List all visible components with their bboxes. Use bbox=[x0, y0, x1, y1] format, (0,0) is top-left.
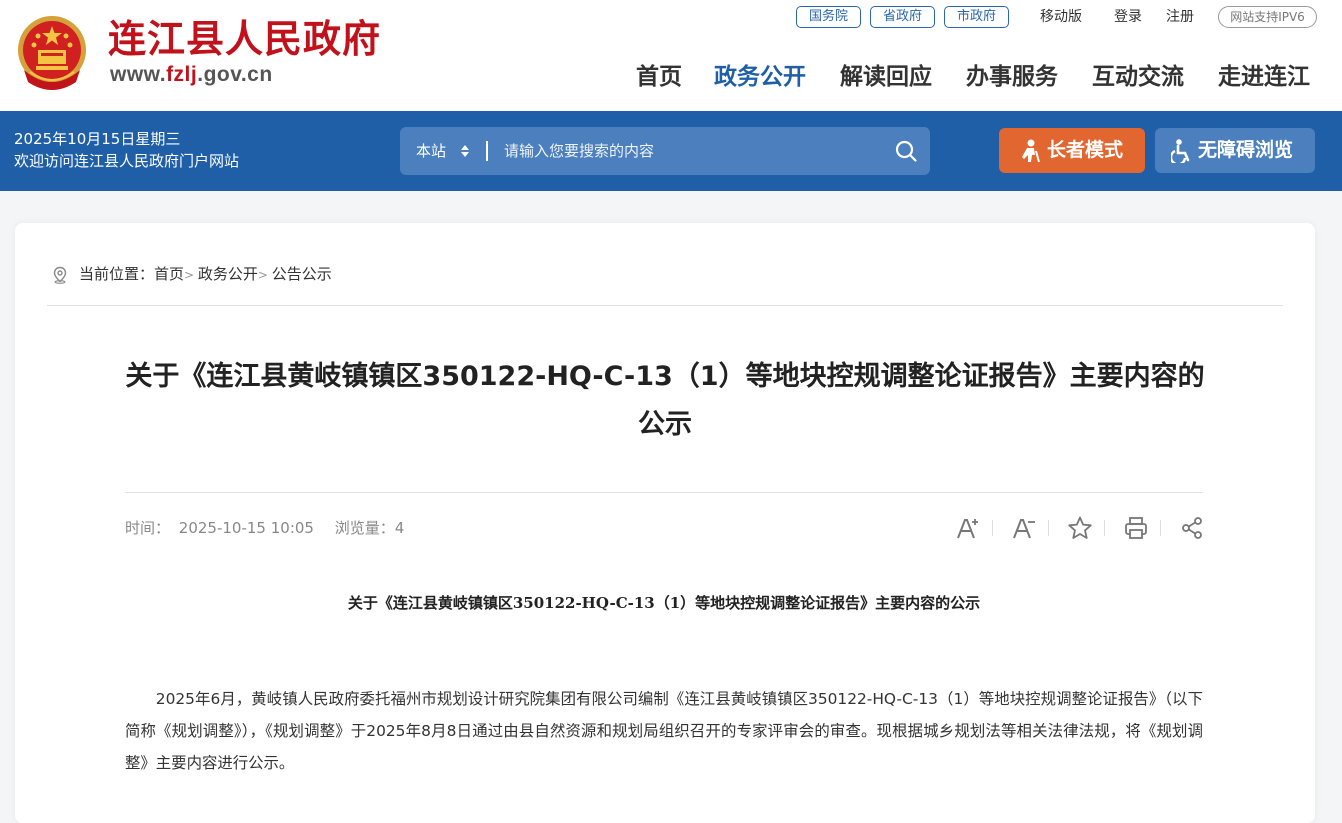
elder-mode-label: 长者模式 bbox=[1047, 139, 1124, 161]
site-name[interactable]: 连江县人民政府 bbox=[108, 16, 381, 62]
breadcrumb-gov-affairs[interactable]: 政务公开 bbox=[198, 265, 258, 283]
breadcrumb-announcements[interactable]: 公告公示 bbox=[272, 265, 332, 283]
ipv6-badge: 网站支持IPV6 bbox=[1218, 6, 1317, 28]
nav-interpretation[interactable]: 解读回应 bbox=[840, 60, 932, 94]
search-icon[interactable] bbox=[894, 139, 918, 163]
tool-separator bbox=[1048, 520, 1049, 536]
share-icon[interactable] bbox=[1179, 515, 1205, 541]
search-input[interactable] bbox=[496, 127, 892, 175]
state-council-link[interactable]: 国务院 bbox=[796, 6, 861, 28]
breadcrumb-label-text: 当前位置： bbox=[79, 265, 155, 283]
breadcrumb-home[interactable]: 首页 bbox=[154, 265, 184, 283]
nav-services[interactable]: 办事服务 bbox=[966, 60, 1058, 94]
date-welcome: 2025年10月15日星期三 欢迎访问连江县人民政府门户网站 bbox=[14, 128, 239, 172]
publish-time-label: 时间： bbox=[125, 519, 171, 537]
view-count: 4 bbox=[394, 519, 405, 537]
site-header: 连江县人民政府 www.fzlj.gov.cn 国务院 省政府 市政府 移动版 … bbox=[0, 0, 1342, 111]
nav-home[interactable]: 首页 bbox=[636, 60, 682, 94]
star-icon[interactable] bbox=[1067, 515, 1093, 541]
breadcrumb-divider bbox=[47, 305, 1283, 306]
breadcrumb-label: 当前位置：首页> 政务公开> 公告公示 bbox=[79, 263, 332, 286]
article-paragraph: 2025年6月，黄岐镇人民政府委托福州市规划设计研究院集团有限公司编制《连江县黄… bbox=[125, 690, 1203, 772]
search-scope-select[interactable]: 本站 bbox=[416, 127, 446, 175]
article-meta: 时间： 2025-10-15 10:05 浏览量：4 bbox=[125, 517, 404, 539]
article-card: 当前位置：首页> 政务公开> 公告公示 关于《连江县黄岐镇镇区350122-HQ… bbox=[15, 223, 1315, 823]
tool-separator bbox=[1104, 520, 1105, 536]
current-date: 2025年10月15日星期三 bbox=[14, 130, 181, 148]
print-icon[interactable] bbox=[1123, 515, 1149, 541]
search-box: 本站 bbox=[400, 127, 930, 175]
tool-separator bbox=[992, 520, 993, 536]
accessibility-label: 无障碍浏览 bbox=[1198, 139, 1294, 161]
utility-bar: 2025年10月15日星期三 欢迎访问连江县人民政府门户网站 本站 长者模式 无… bbox=[0, 111, 1342, 191]
view-count-label: 浏览量： bbox=[334, 519, 395, 537]
font-decrease-icon[interactable] bbox=[1011, 515, 1037, 541]
breadcrumb-separator: > bbox=[257, 268, 272, 282]
document-heading: 关于《连江县黄岐镇镇区350122-HQ-C-13（1）等地块控规调整论证报告》… bbox=[347, 594, 981, 612]
tool-separator bbox=[1160, 520, 1161, 536]
accessibility-button[interactable]: 无障碍浏览 bbox=[1155, 128, 1315, 173]
site-url-suffix: .gov.cn bbox=[197, 63, 273, 86]
search-divider bbox=[486, 141, 488, 161]
wheelchair-icon bbox=[1171, 139, 1190, 163]
publish-time: 2025-10-15 10:05 bbox=[178, 519, 314, 537]
nav-about-lianjiang[interactable]: 走进连江 bbox=[1218, 60, 1310, 94]
province-gov-link[interactable]: 省政府 bbox=[870, 6, 935, 28]
elder-mode-button[interactable]: 长者模式 bbox=[999, 128, 1145, 173]
article-title: 关于《连江县黄岐镇镇区350122-HQ-C-13（1）等地块控规调整论证报告》… bbox=[125, 361, 1205, 440]
login-link[interactable]: 登录 bbox=[1114, 6, 1142, 28]
mobile-version-link[interactable]: 移动版 bbox=[1040, 6, 1082, 28]
city-gov-link[interactable]: 市政府 bbox=[944, 6, 1009, 28]
nav-government-affairs[interactable]: 政务公开 bbox=[714, 60, 806, 94]
site-url-prefix: www. bbox=[110, 63, 167, 86]
welcome-text: 欢迎访问连江县人民政府门户网站 bbox=[14, 152, 240, 170]
site-url: www.fzlj.gov.cn bbox=[110, 63, 273, 87]
location-pin-icon bbox=[53, 266, 67, 284]
chevron-updown-icon[interactable] bbox=[460, 143, 470, 159]
title-divider bbox=[125, 492, 1203, 493]
site-url-highlight: fzlj bbox=[166, 63, 198, 86]
breadcrumb-separator: > bbox=[184, 268, 198, 282]
nav-interaction[interactable]: 互动交流 bbox=[1092, 60, 1184, 94]
national-emblem-icon[interactable] bbox=[16, 12, 88, 92]
elder-icon bbox=[1022, 139, 1040, 163]
font-increase-icon[interactable] bbox=[955, 515, 981, 541]
register-link[interactable]: 注册 bbox=[1166, 6, 1194, 28]
